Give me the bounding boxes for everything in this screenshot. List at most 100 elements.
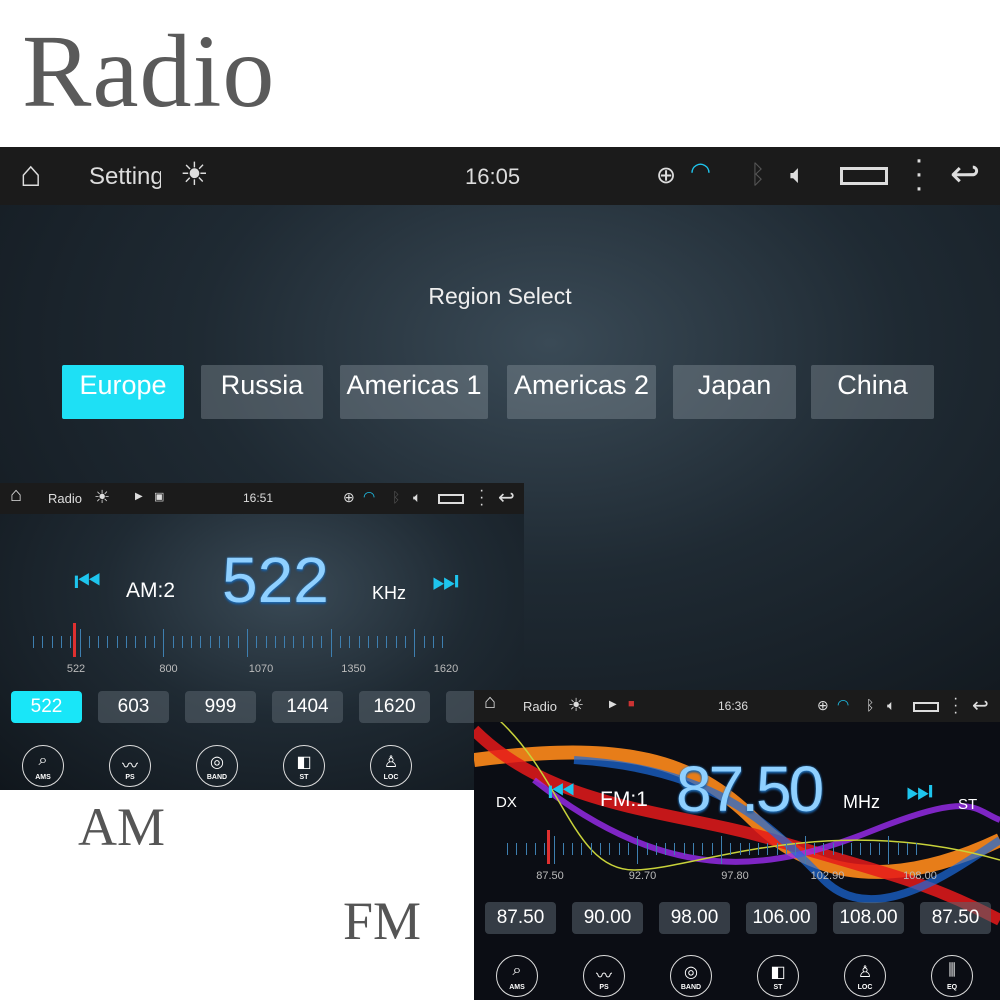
- preset-button[interactable]: 1404: [272, 691, 343, 723]
- ps-button[interactable]: 〰 PS: [583, 955, 625, 997]
- home-icon[interactable]: ⌂: [484, 691, 496, 714]
- play-icon[interactable]: ▶: [609, 699, 617, 710]
- ps-button[interactable]: 〰 PS: [109, 745, 151, 787]
- scale-tick: [42, 636, 44, 648]
- loc-icon: ♙: [383, 754, 399, 771]
- preset-button[interactable]: 1620: [359, 691, 430, 723]
- ams-button[interactable]: ⌕ AMS: [496, 955, 538, 997]
- back-icon[interactable]: ↩: [498, 485, 515, 510]
- band-button[interactable]: ◎ BAND: [670, 955, 712, 997]
- scale-tick: [516, 843, 518, 855]
- eq-button[interactable]: ⫼ EQ: [931, 955, 973, 997]
- seek-back-button[interactable]: ⏮: [548, 775, 575, 809]
- loc-button[interactable]: ♙ LOC: [370, 745, 412, 787]
- ams-button[interactable]: ⌕ AMS: [22, 745, 64, 787]
- recent-apps-icon[interactable]: [840, 167, 888, 185]
- scale-tick: [135, 636, 137, 648]
- region-americas-1[interactable]: Americas 1: [340, 365, 488, 419]
- st-button[interactable]: ◧ ST: [283, 745, 325, 787]
- tuning-scale[interactable]: 522 800 1070 1350 1620: [0, 623, 524, 683]
- more-menu-icon[interactable]: · · ·: [953, 691, 958, 721]
- scale-tick: [51, 636, 53, 648]
- scale-label: 97.80: [721, 870, 749, 882]
- loc-button[interactable]: ♙ LOC: [844, 955, 886, 997]
- scale-tick: [637, 836, 639, 864]
- loc-icon: ♙: [857, 964, 873, 981]
- gps-icon: ⊕: [656, 162, 677, 189]
- preset-button[interactable]: 999: [185, 691, 256, 723]
- scale-tick: [79, 629, 81, 657]
- scale-tick: [163, 629, 165, 657]
- brightness-icon[interactable]: ☀: [180, 155, 209, 193]
- seek-forward-button[interactable]: ⏭: [432, 565, 459, 599]
- recent-apps-icon[interactable]: [438, 494, 464, 504]
- scale-tick: [572, 843, 574, 855]
- function-label: LOC: [383, 774, 399, 781]
- region-russia[interactable]: Russia: [201, 365, 323, 419]
- region-americas-2[interactable]: Americas 2: [507, 365, 656, 419]
- record-icon[interactable]: ■: [628, 698, 635, 710]
- image-icon[interactable]: ▣: [154, 490, 164, 503]
- scale-tick: [832, 843, 834, 855]
- volume-icon[interactable]: 🔈︎: [887, 697, 895, 714]
- band-button[interactable]: ◎ BAND: [196, 745, 238, 787]
- preset-button[interactable]: 87.50: [485, 902, 556, 934]
- tuning-marker[interactable]: [547, 830, 550, 864]
- scale-tick: [600, 843, 601, 855]
- region-japan[interactable]: Japan: [673, 365, 796, 419]
- more-menu-icon[interactable]: · · ·: [479, 483, 484, 513]
- preset-button[interactable]: 98.00: [659, 902, 730, 934]
- scale-tick: [367, 636, 369, 648]
- seek-forward-button[interactable]: ⏭: [906, 775, 933, 809]
- function-label: LOC: [857, 984, 873, 991]
- preset-button[interactable]: 108.00: [833, 902, 904, 934]
- frequency-display: 522: [222, 544, 329, 616]
- scale-tick: [126, 636, 127, 648]
- home-icon[interactable]: ⌂: [20, 153, 42, 195]
- scale-tick: [246, 629, 248, 657]
- region-china[interactable]: China: [811, 365, 934, 419]
- play-icon[interactable]: ▶: [135, 491, 143, 502]
- scale-tick: [339, 636, 341, 648]
- more-menu-icon[interactable]: · · ·: [914, 147, 924, 203]
- scale-tick: [730, 843, 732, 855]
- preset-button[interactable]: 522: [11, 691, 82, 723]
- scale-tick: [786, 843, 787, 855]
- scale-tick: [776, 843, 778, 855]
- function-label: EQ: [946, 984, 958, 991]
- stereo-indicator: ST: [958, 796, 978, 813]
- recent-apps-icon[interactable]: [913, 702, 939, 712]
- scale-tick: [442, 636, 444, 648]
- brightness-icon[interactable]: ☀: [94, 487, 110, 508]
- scale-tick: [544, 843, 546, 855]
- preset-button[interactable]: 87.50: [920, 902, 991, 934]
- seek-back-button[interactable]: ⏮: [74, 565, 101, 599]
- gps-icon: ⊕: [343, 489, 355, 505]
- scale-tick: [665, 843, 667, 855]
- preset-button[interactable]: 106.00: [746, 902, 817, 934]
- eq-icon: ⫼: [948, 962, 956, 979]
- scale-tick: [191, 636, 193, 648]
- preset-button[interactable]: 90.00: [572, 902, 643, 934]
- st-button[interactable]: ◧ ST: [757, 955, 799, 997]
- preset-button[interactable]: 603: [98, 691, 169, 723]
- scale-tick: [358, 636, 360, 648]
- volume-icon[interactable]: 🔈︎: [413, 489, 421, 506]
- fm-caption: FM: [343, 891, 422, 951]
- tuning-marker[interactable]: [73, 623, 76, 657]
- unit-label: KHz: [372, 583, 407, 603]
- function-label: ST: [773, 984, 783, 991]
- bluetooth-icon: ᛒ: [866, 697, 875, 713]
- volume-icon[interactable]: 🔈︎: [790, 159, 806, 191]
- dx-indicator[interactable]: DX: [496, 794, 517, 811]
- region-europe[interactable]: Europe: [62, 365, 184, 419]
- scale-tick: [274, 636, 276, 648]
- back-icon[interactable]: ↩: [950, 153, 980, 195]
- back-icon[interactable]: ↩: [972, 693, 989, 718]
- home-icon[interactable]: ⌂: [10, 484, 22, 507]
- brightness-icon[interactable]: ☀: [568, 695, 584, 716]
- scale-tick: [906, 843, 908, 855]
- scale-tick: [116, 636, 118, 648]
- tuning-scale[interactable]: 87.50 92.70 97.80 102.90 108.00: [474, 830, 1000, 890]
- scale-label: 1350: [341, 663, 366, 675]
